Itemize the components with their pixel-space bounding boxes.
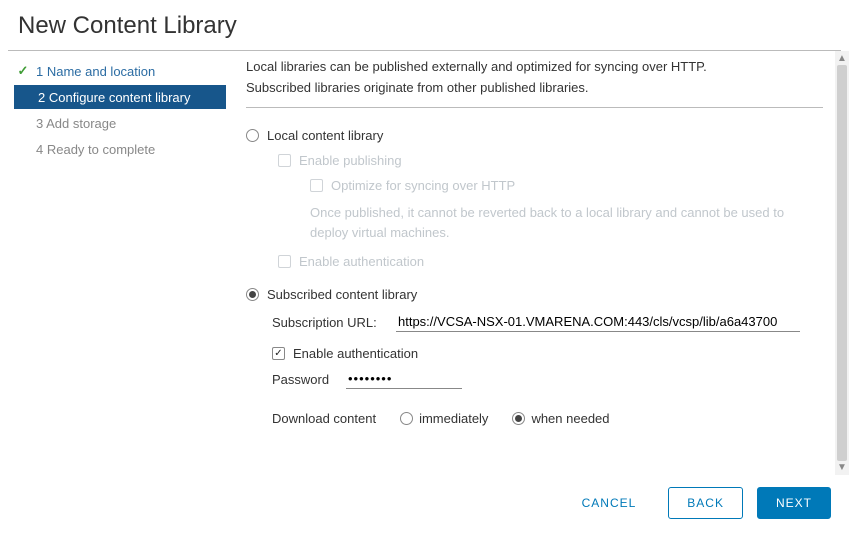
optimize-group: Optimize for syncing over HTTP Once publ…	[310, 178, 823, 245]
step-name-and-location[interactable]: ✓ 1 Name and location	[0, 59, 232, 83]
intro-line: Subscribed libraries originate from othe…	[246, 78, 823, 99]
optimize-note: Once published, it cannot be reverted ba…	[310, 203, 823, 245]
step-ready-to-complete: ✓ 4 Ready to complete	[0, 137, 232, 161]
checkbox-icon[interactable]	[272, 347, 285, 360]
optimize-http-option: Optimize for syncing over HTTP	[310, 178, 823, 193]
password-input[interactable]	[346, 369, 462, 389]
new-content-library-dialog: New Content Library ✓ 1 Name and locatio…	[0, 0, 849, 533]
scroll-thumb[interactable]	[837, 65, 847, 461]
back-button[interactable]: BACK	[668, 487, 743, 519]
dialog-footer: CANCEL BACK NEXT	[0, 475, 849, 533]
subscription-url-label: Subscription URL:	[272, 315, 382, 330]
download-immediately-option[interactable]: immediately	[400, 411, 488, 426]
cancel-button[interactable]: CANCEL	[564, 488, 655, 518]
password-row: Password	[272, 369, 823, 389]
enable-auth-option[interactable]: Enable authentication	[272, 346, 823, 361]
enable-publishing-option: Enable publishing	[278, 153, 823, 168]
checkbox-icon	[310, 179, 323, 192]
scroll-up-icon[interactable]: ▲	[837, 53, 847, 64]
download-immediately-label: immediately	[419, 411, 488, 426]
radio-icon[interactable]	[512, 412, 525, 425]
local-options-group: Enable publishing Optimize for syncing o…	[278, 153, 823, 270]
download-when-needed-option[interactable]: when needed	[512, 411, 609, 426]
scroll-down-icon[interactable]: ▼	[837, 462, 847, 473]
radio-icon[interactable]	[400, 412, 413, 425]
local-enable-auth-label: Enable authentication	[299, 254, 424, 269]
radio-icon[interactable]	[246, 129, 259, 142]
scrollbar[interactable]: ▲ ▼	[835, 51, 849, 475]
enable-auth-label: Enable authentication	[293, 346, 418, 361]
dialog-body: ✓ 1 Name and location ✓ 2 Configure cont…	[0, 51, 849, 475]
intro-line: Local libraries can be published externa…	[246, 57, 823, 78]
step-configure-content-library[interactable]: ✓ 2 Configure content library	[14, 85, 226, 109]
checkbox-icon	[278, 154, 291, 167]
check-icon: ✓	[16, 63, 30, 79]
content-area: Local libraries can be published externa…	[232, 51, 835, 475]
subscription-url-row: Subscription URL:	[272, 312, 823, 332]
enable-publishing-label: Enable publishing	[299, 153, 402, 168]
optimize-http-label: Optimize for syncing over HTTP	[331, 178, 515, 193]
wizard-steps: ✓ 1 Name and location ✓ 2 Configure cont…	[0, 51, 232, 475]
download-content-row: Download content immediately when needed	[272, 411, 823, 426]
download-content-label: Download content	[272, 411, 376, 426]
dialog-title: New Content Library	[0, 0, 849, 50]
step-add-storage: ✓ 3 Add storage	[0, 111, 232, 135]
local-library-option[interactable]: Local content library	[246, 128, 823, 143]
password-label: Password	[272, 372, 332, 387]
intro-text: Local libraries can be published externa…	[246, 57, 823, 108]
subscribed-library-label: Subscribed content library	[267, 287, 417, 302]
step-label: 2 Configure content library	[38, 90, 190, 105]
step-label: 1 Name and location	[36, 64, 155, 79]
next-button[interactable]: NEXT	[757, 487, 831, 519]
step-label: 3 Add storage	[36, 116, 116, 131]
local-library-label: Local content library	[267, 128, 383, 143]
download-when-needed-label: when needed	[531, 411, 609, 426]
checkbox-icon	[278, 255, 291, 268]
subscription-url-input[interactable]	[396, 312, 800, 332]
subscribed-library-option[interactable]: Subscribed content library	[246, 287, 823, 302]
step-label: 4 Ready to complete	[36, 142, 155, 157]
local-enable-auth-option: Enable authentication	[278, 254, 823, 269]
radio-icon[interactable]	[246, 288, 259, 301]
